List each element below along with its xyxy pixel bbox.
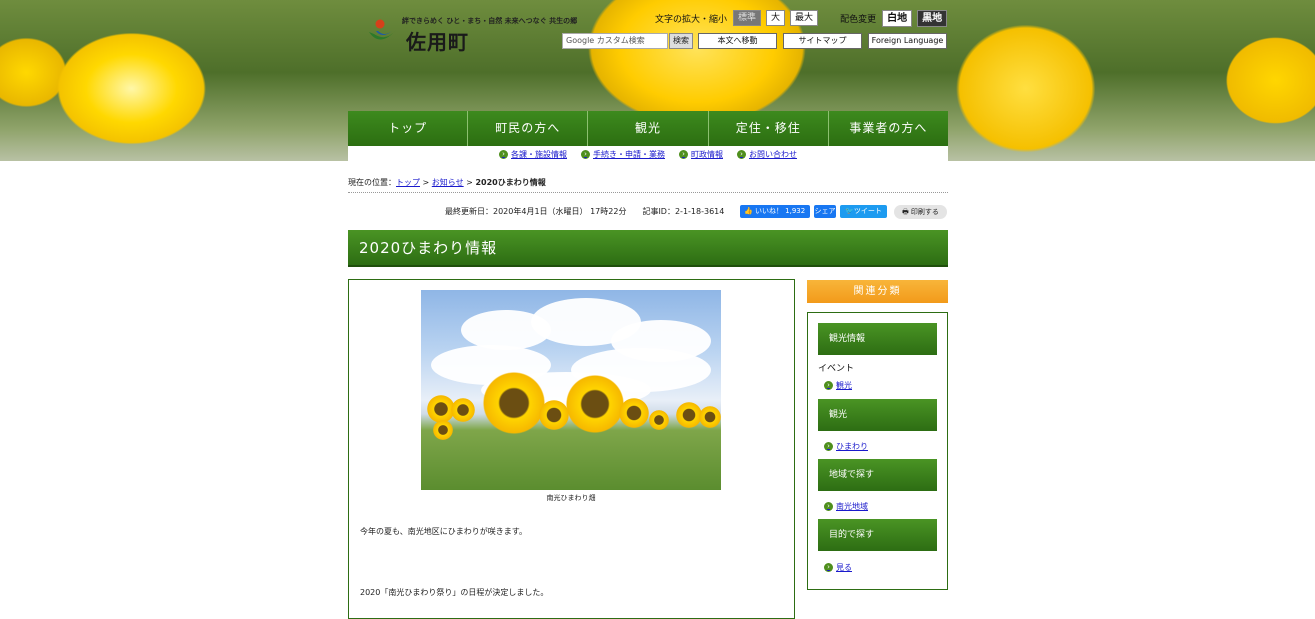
arrow-right-icon: ›: [499, 149, 508, 159]
subnav-facilities[interactable]: › 各課・施設情報: [499, 149, 567, 160]
facebook-like-button[interactable]: 👍 いいね！ 1,932: [740, 205, 810, 218]
sub-nav: › 各課・施設情報 › 手続き・申請・業務 › 町政情報 › お問い合わせ: [348, 146, 948, 162]
article-body: 南光ひまわり畑 今年の夏も、南光地区にひまわりが咲きます。 2020「南光ひまわ…: [348, 279, 795, 619]
color-white-button[interactable]: 白地: [882, 9, 913, 27]
breadcrumb-current: 2020ひまわり情報: [475, 178, 546, 187]
article-paragraph: 2020「南光ひまわり祭り」の日程が決定しました。: [360, 588, 549, 597]
article-id: 記事ID：2-1-18-3614: [642, 207, 725, 216]
category-link-sunflower[interactable]: › ひまわり: [824, 441, 868, 452]
sunflower-field-photo: [421, 290, 721, 490]
thumbs-up-icon: 👍: [744, 207, 753, 215]
town-emblem-icon: [369, 19, 396, 40]
category-link-tourism[interactable]: › 観光: [824, 380, 852, 391]
category-tourism: 観光: [818, 399, 937, 431]
twitter-bird-icon: 🐦: [845, 207, 854, 215]
category-tourism-info: 観光情報: [818, 323, 937, 355]
nav-top[interactable]: トップ: [348, 111, 469, 146]
color-black-button[interactable]: 黒地: [917, 9, 948, 27]
arrow-right-icon: ›: [824, 502, 833, 511]
site-logo[interactable]: 絆できらめく ひと・まち・自然 未来へつなぐ 共生の郷 佐用町: [366, 14, 577, 54]
search-button[interactable]: 検索: [669, 33, 693, 49]
category-link-nanko-area[interactable]: › 南光地域: [824, 501, 868, 512]
category-subheading: イベント: [818, 364, 855, 374]
subnav-contact[interactable]: › お問い合わせ: [737, 149, 797, 160]
display-settings: 文字の拡大・縮小 標準 大 最大 配色変更 白地 黒地: [655, 9, 952, 27]
print-button[interactable]: 🖶 印刷する: [894, 205, 947, 219]
last-updated: 最終更新日：2020年4月1日（水曜日） 17時22分: [445, 207, 627, 216]
font-size-standard-button[interactable]: 標準: [733, 10, 762, 26]
arrow-right-icon: ›: [737, 149, 746, 159]
font-size-label: 文字の拡大・縮小: [655, 14, 728, 25]
nav-residents[interactable]: 町民の方へ: [468, 111, 589, 146]
page-title: 2020ひまわり情報: [348, 230, 948, 267]
subnav-procedures[interactable]: › 手続き・申請・業務: [581, 149, 665, 160]
nav-tourism[interactable]: 観光: [588, 111, 709, 146]
breadcrumb: 現在の位置：トップ > お知らせ > 2020ひまわり情報: [348, 177, 948, 193]
category-by-region: 地域で探す: [818, 459, 937, 491]
tweet-label: ツイート: [853, 207, 882, 215]
logo-name: 佐用町: [406, 30, 469, 54]
skip-to-content-link[interactable]: 本文へ移動: [698, 33, 777, 49]
print-label: 印刷する: [910, 208, 939, 216]
global-nav: トップ 町民の方へ 観光 定住・移住 事業者の方へ: [348, 111, 948, 146]
search-input[interactable]: Google カスタム検索: [562, 33, 668, 49]
breadcrumb-link-news[interactable]: お知らせ: [432, 178, 464, 187]
category-link-see[interactable]: › 見る: [824, 562, 852, 573]
logo-tagline: 絆できらめく ひと・まち・自然 未来へつなぐ 共生の郷: [402, 17, 578, 25]
related-categories-heading: 関連分類: [807, 280, 948, 303]
breadcrumb-link-top[interactable]: トップ: [396, 178, 420, 187]
article-meta: 最終更新日：2020年4月1日（水曜日） 17時22分 記事ID：2-1-18-3…: [445, 206, 724, 218]
subnav-town-government[interactable]: › 町政情報: [679, 149, 723, 160]
link-label: 見る: [836, 563, 852, 572]
article-paragraph: 今年の夏も、南光地区にひまわりが咲きます。: [360, 527, 527, 536]
sitemap-link[interactable]: サイトマップ: [783, 33, 862, 49]
link-label: 南光地域: [836, 502, 868, 511]
subnav-label: お問い合わせ: [749, 149, 797, 159]
link-label: 観光: [836, 381, 852, 390]
link-label: ひまわり: [836, 442, 868, 451]
breadcrumb-label: 現在の位置：: [348, 178, 396, 187]
photo-caption: 南光ひまわり畑: [546, 494, 596, 502]
related-categories-panel: 観光情報 イベント › 観光 観光 › ひまわり 地域で探す › 南光地域 目的で探す…: [807, 312, 948, 590]
arrow-right-icon: ›: [679, 149, 688, 159]
nav-settlement[interactable]: 定住・移住: [709, 111, 829, 146]
subnav-label: 各課・施設情報: [511, 149, 567, 159]
category-by-purpose: 目的で探す: [818, 519, 937, 551]
nav-business[interactable]: 事業者の方へ: [829, 111, 948, 146]
arrow-right-icon: ›: [824, 381, 833, 390]
arrow-right-icon: ›: [824, 442, 833, 451]
subnav-label: 町政情報: [691, 149, 723, 159]
font-size-max-button[interactable]: 最大: [790, 10, 819, 26]
facebook-share-button[interactable]: シェア: [814, 205, 836, 218]
like-count: いいね！ 1,932: [754, 207, 806, 215]
font-size-large-button[interactable]: 大: [766, 10, 786, 26]
foreign-language-link[interactable]: Foreign Language: [868, 33, 947, 49]
subnav-label: 手続き・申請・業務: [593, 149, 665, 159]
arrow-right-icon: ›: [581, 149, 590, 159]
tweet-button[interactable]: 🐦ツイート: [840, 205, 887, 218]
printer-icon: 🖶: [902, 208, 909, 216]
color-change-label: 配色変更: [840, 14, 877, 25]
arrow-right-icon: ›: [824, 563, 833, 572]
